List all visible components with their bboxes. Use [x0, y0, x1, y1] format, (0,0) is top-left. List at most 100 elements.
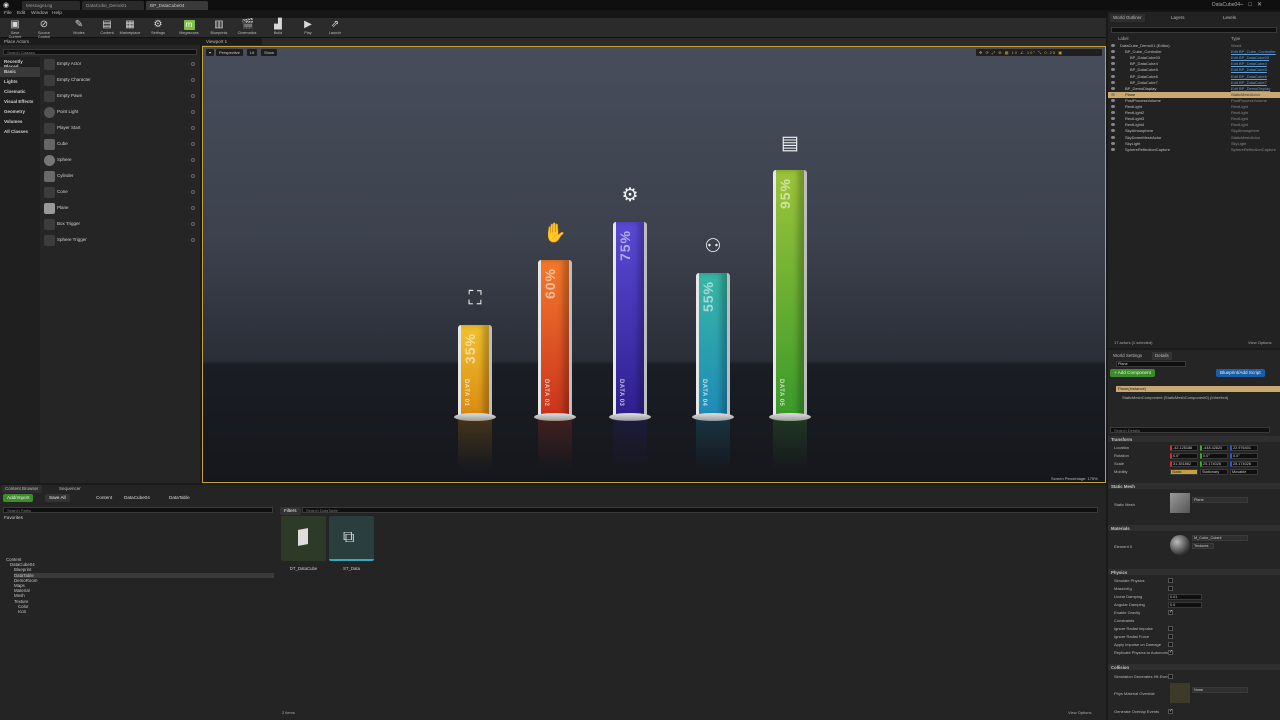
collision-section[interactable]: Collision — [1108, 664, 1280, 670]
visibility-eye-icon[interactable] — [1111, 86, 1115, 90]
tab-levels[interactable]: Levels — [1220, 14, 1239, 22]
actor-item[interactable]: Plane — [42, 201, 198, 216]
viewport-options-icon[interactable]: ▾ — [206, 49, 215, 56]
asset-tile[interactable]: ⧉ — [329, 516, 374, 561]
visibility-eye-icon[interactable] — [1111, 135, 1115, 139]
outliner-row[interactable]: BP_DataCube7 Edit BP_DataCube7 — [1108, 80, 1280, 86]
outliner-row-type[interactable]: Edit BP_DataCube03 — [1231, 55, 1269, 60]
outliner-row[interactable]: BP_DemoDisplay Edit BP_DemoDisplay — [1108, 86, 1280, 92]
component-row[interactable]: StaticMeshComponent (StaticMeshComponent… — [1122, 395, 1228, 400]
favorites-header[interactable]: Favorites — [4, 515, 23, 520]
rotation-x-field[interactable]: 0.0° — [1170, 453, 1198, 459]
visibility-eye-icon[interactable] — [1111, 44, 1115, 47]
material-textures-dropdown[interactable]: Textures — [1192, 543, 1214, 549]
material-dropdown[interactable]: M_Color_Cube4 — [1192, 535, 1248, 541]
actor-item[interactable]: Cone — [42, 185, 198, 200]
tab-viewport[interactable]: Viewport 1 — [202, 38, 262, 45]
materials-section[interactable]: Materials — [1108, 525, 1280, 531]
physics-checkbox[interactable] — [1168, 586, 1173, 591]
visibility-eye-icon[interactable] — [1111, 62, 1115, 66]
physics-checkbox[interactable] — [1168, 649, 1173, 655]
outliner-row[interactable]: BP_DataCube6 Edit BP_DataCube6 — [1108, 74, 1280, 80]
window-controls[interactable]: –□✕ — [1240, 1, 1267, 8]
generate-overlap-checkbox[interactable] — [1168, 708, 1173, 714]
linear-damping-field[interactable]: 0.01 — [1168, 594, 1202, 600]
col-label[interactable]: Label — [1118, 36, 1129, 41]
data-bar[interactable]: ⚇ 55% DATA 04 — [692, 237, 734, 470]
scale-x-field[interactable]: 31.351862 — [1170, 461, 1198, 467]
category-all-classes[interactable]: All Classes — [0, 127, 40, 137]
category-lights[interactable]: Lights — [0, 77, 40, 87]
actor-item[interactable]: Box Trigger — [42, 217, 198, 232]
outliner-row-type[interactable]: Edit BP_DataCube7 — [1231, 80, 1267, 85]
search-classes-input[interactable]: Search Classes — [3, 49, 197, 55]
static-mesh-dropdown[interactable]: Plane — [1192, 497, 1248, 503]
visibility-eye-icon[interactable] — [1111, 105, 1115, 108]
phys-material-thumbnail[interactable] — [1170, 683, 1190, 703]
outliner-row[interactable]: BP_Cube_Controller Edit BP_Cube_Controlle… — [1108, 49, 1280, 55]
category-geometry[interactable]: Geometry — [0, 107, 40, 117]
physics-checkbox[interactable] — [1168, 609, 1173, 615]
perspective-button[interactable]: Perspective — [216, 49, 243, 56]
add-component-button[interactable]: + Add Component — [1110, 369, 1155, 377]
outliner-row-type[interactable]: Edit BP_DataCube4 — [1231, 61, 1267, 66]
category-volumes[interactable]: Volumes — [0, 117, 40, 127]
static-mesh-section[interactable]: Static Mesh — [1108, 483, 1280, 489]
outliner-row[interactable]: SkyAtmosphere SkyAtmosphere — [1108, 128, 1280, 134]
save-all-button[interactable]: Save All — [45, 494, 70, 502]
asset-tile[interactable] — [281, 516, 326, 561]
transform-section[interactable]: Transform — [1108, 436, 1280, 442]
folder-tree-item[interactable]: DataTable — [14, 572, 274, 578]
source-control-button[interactable]: ⊘ Source Control — [33, 18, 55, 40]
viewport-transform-toolbar[interactable]: ✥ ⟳ ⤢ ⊕ ▦ 10 ∠ 10° ⤡ 0.25 ▣ — [976, 49, 1102, 56]
outliner-row[interactable]: RectLight3 RectLight — [1108, 116, 1280, 122]
phys-material-dropdown[interactable]: None — [1192, 687, 1248, 693]
mobility-movable[interactable]: Movable — [1230, 469, 1258, 475]
scale-y-field[interactable]: 25.174026 — [1200, 461, 1228, 467]
outliner-row[interactable]: DataCube_Demo01 (Editor) World — [1108, 43, 1280, 49]
menu-edit[interactable]: Edit — [17, 11, 25, 16]
data-bar[interactable]: ⚙ 75% DATA 03 — [609, 186, 651, 470]
tab-layers[interactable]: Layers — [1168, 14, 1188, 22]
actor-item[interactable]: Cylinder — [42, 169, 198, 184]
category-visual-effects[interactable]: Visual Effects — [0, 97, 40, 107]
actor-item[interactable]: Point Light — [42, 105, 198, 120]
unreal-logo-icon[interactable]: ◉ — [3, 1, 9, 9]
category-cinematic[interactable]: Cinematic — [0, 87, 40, 97]
outliner-row-type[interactable]: Edit BP_Cube_Controller — [1231, 49, 1276, 54]
visibility-eye-icon[interactable] — [1111, 123, 1115, 127]
save-current-button[interactable]: ▣ Save Current — [4, 18, 26, 40]
material-thumbnail[interactable] — [1170, 535, 1190, 555]
menu-file[interactable]: File — [4, 11, 12, 16]
outliner-row-type[interactable]: Edit BP_DemoDisplay — [1231, 86, 1270, 91]
lit-button[interactable]: Lit — [247, 49, 258, 56]
level-viewport[interactable]: Viewport 1 ▾ Perspective Lit Show ✥ ⟳ ⤢ … — [202, 38, 1106, 483]
data-bar[interactable]: ✋ 60% DATA 02 — [534, 224, 576, 470]
outliner-row[interactable]: SkyDomeMeshActor StaticMeshActor — [1108, 135, 1280, 141]
category-basic[interactable]: Basic — [0, 67, 40, 77]
visibility-eye-icon[interactable] — [1111, 68, 1115, 72]
visibility-eye-icon[interactable] — [1111, 80, 1115, 84]
tab-world-settings[interactable]: World Settings — [1110, 352, 1145, 360]
actor-item[interactable]: Cube — [42, 137, 198, 152]
modes-button[interactable]: ✎ Modes — [68, 18, 90, 38]
scale-z-field[interactable]: 25.174026 — [1230, 461, 1258, 467]
marketplace-button[interactable]: ▦ Marketplace — [119, 18, 141, 38]
physics-checkbox[interactable] — [1168, 626, 1173, 631]
tab-messagelog[interactable]: MessageLog — [22, 1, 80, 10]
search-paths-input[interactable]: Search Paths — [3, 507, 273, 513]
visibility-eye-icon[interactable] — [1111, 98, 1115, 102]
tab-sequencer[interactable]: Sequencer — [56, 485, 84, 493]
menu-help[interactable]: Help — [52, 11, 62, 16]
megascans-button[interactable]: m Megascans — [178, 18, 200, 38]
visibility-eye-icon[interactable] — [1111, 141, 1115, 145]
outliner-row[interactable]: SphereReflectionCapture SphereReflectionC… — [1108, 147, 1280, 153]
content-button[interactable]: ▤ Content — [96, 18, 118, 38]
tab-world-outliner[interactable]: World Outliner — [1110, 14, 1145, 22]
menu-window[interactable]: Window — [31, 11, 48, 16]
tab-blueprint[interactable]: BP_DataCube04 — [146, 1, 208, 10]
visibility-eye-icon[interactable] — [1111, 92, 1115, 96]
search-details-input[interactable]: Search Details — [1110, 427, 1270, 433]
outliner-row[interactable]: RectLight RectLight — [1108, 104, 1280, 110]
data-bar[interactable]: ▤ 95% DATA 05 — [769, 134, 811, 470]
